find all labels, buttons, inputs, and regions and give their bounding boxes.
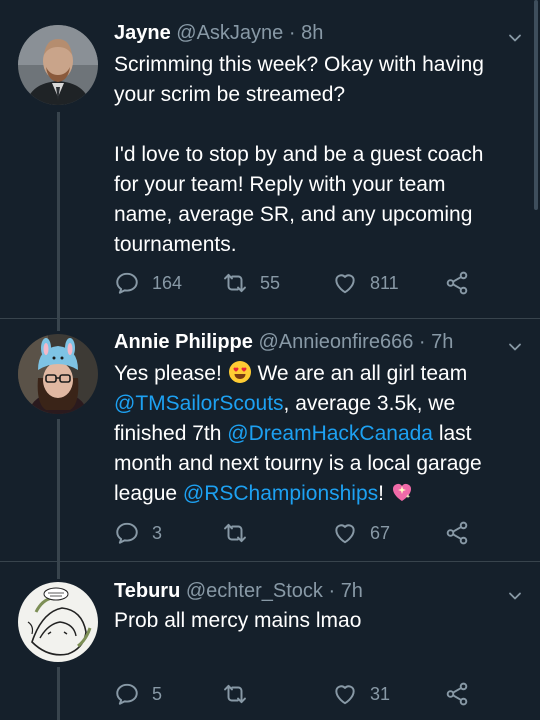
tweet-header: Annie Philippe @Annieonfire666 · 7h (114, 331, 453, 354)
retweet-count: 55 (260, 272, 281, 293)
timestamp[interactable]: 7h (431, 331, 453, 353)
tweet-text: Scrimming this week? Okay with having yo… (114, 50, 514, 260)
tweet-header: Teburu @echter_Stock · 7h (114, 580, 363, 603)
tweet-teburu[interactable]: Teburu @echter_Stock · 7h Prob all mercy… (0, 562, 540, 720)
thread-line (57, 112, 60, 318)
like-button[interactable]: 811 (332, 270, 399, 296)
user-handle[interactable]: @AskJayne (176, 22, 283, 44)
tweet-actions: 164 55 811 (114, 270, 494, 300)
avatar-jayne[interactable] (18, 25, 98, 105)
retweet-button[interactable]: 55 (222, 270, 280, 296)
chevron-down-icon[interactable] (508, 589, 522, 603)
like-icon (332, 270, 358, 296)
tweet-actions: 5 31 (114, 681, 494, 711)
text-line: Prob all mercy mains lmao (114, 609, 362, 632)
retweet-icon (222, 681, 248, 707)
separator-dot: · (288, 22, 296, 44)
tweet-jayne[interactable]: Jayne @AskJayne · 8h Scrimming this week… (0, 0, 540, 318)
reply-icon (114, 681, 140, 707)
separator-dot: · (328, 580, 336, 602)
like-count: 31 (370, 683, 391, 704)
text-line: for your team! Reply with your team (114, 173, 446, 196)
like-icon (332, 520, 358, 546)
share-button[interactable] (444, 270, 470, 296)
avatar-teburu[interactable] (18, 582, 98, 662)
avatar-annie[interactable] (18, 334, 98, 414)
retweet-icon (222, 270, 248, 296)
thread-line (57, 319, 60, 331)
separator-dot: · (418, 331, 426, 353)
tweet-annie[interactable]: Annie Philippe @Annieonfire666 · 7h Yes … (0, 319, 540, 561)
text-span: Yes please! (114, 362, 228, 385)
like-button[interactable]: 67 (332, 520, 390, 546)
tweet-header: Jayne @AskJayne · 8h (114, 22, 323, 45)
tweet-text: Prob all mercy mains lmao (114, 606, 514, 636)
mention-link[interactable]: @RSChampionships (183, 482, 378, 505)
user-handle[interactable]: @echter_Stock (186, 580, 323, 602)
chevron-down-icon[interactable] (508, 340, 522, 354)
reply-icon (114, 270, 140, 296)
like-count: 67 (370, 522, 391, 543)
text-span: last (432, 422, 472, 445)
text-span: We are an all girl team (251, 362, 468, 385)
reply-icon (114, 520, 140, 546)
like-button[interactable]: 31 (332, 681, 390, 707)
text-line (114, 110, 514, 140)
like-icon (332, 681, 358, 707)
display-name[interactable]: Annie Philippe (114, 331, 253, 353)
share-icon (444, 681, 470, 707)
display-name[interactable]: Jayne (114, 22, 171, 44)
timestamp[interactable]: 8h (301, 22, 323, 44)
retweet-icon (222, 520, 248, 546)
retweet-button[interactable] (222, 681, 260, 707)
text-line: I'd love to stop by and be a guest coach (114, 143, 484, 166)
text-line: finished 7th @DreamHackCanada last (114, 419, 514, 449)
sparkling-heart-emoji (392, 484, 411, 501)
like-count: 811 (370, 272, 399, 293)
text-line: Scrimming this week? Okay with having (114, 53, 484, 76)
share-button[interactable] (444, 681, 470, 707)
timestamp[interactable]: 7h (341, 580, 363, 602)
reply-button[interactable]: 164 (114, 270, 182, 296)
text-line: month and next tourny is a local garage (114, 452, 482, 475)
text-line: tournaments. (114, 233, 237, 256)
tweet-text: Yes please! We are an all girl team @TMS… (114, 359, 514, 509)
user-handle[interactable]: @Annieonfire666 (258, 331, 413, 353)
reply-count: 3 (152, 522, 163, 543)
text-line: league @RSChampionships! (114, 479, 514, 509)
share-button[interactable] (444, 520, 470, 546)
smiling-face-heart-eyes-emoji (228, 361, 251, 383)
share-icon (444, 520, 470, 546)
text-span: , average 3.5k, we (283, 392, 456, 415)
reply-button[interactable]: 3 (114, 520, 162, 546)
thread-line (57, 667, 60, 720)
text-span: league (114, 482, 183, 505)
share-icon (444, 270, 470, 296)
tweet-actions: 3 67 (114, 520, 494, 550)
text-line: your scrim be streamed? (114, 83, 346, 106)
reply-button[interactable]: 5 (114, 681, 162, 707)
text-line: @TMSailorScouts, average 3.5k, we (114, 389, 514, 419)
thread-line (57, 562, 60, 579)
text-span: finished 7th (114, 422, 228, 445)
text-line: Yes please! We are an all girl team (114, 359, 514, 389)
display-name[interactable]: Teburu (114, 580, 180, 602)
text-span: ! (378, 482, 390, 505)
retweet-button[interactable] (222, 520, 260, 546)
mention-link[interactable]: @TMSailorScouts (114, 392, 284, 415)
chevron-down-icon[interactable] (508, 31, 522, 45)
mention-link[interactable]: @DreamHackCanada (227, 422, 433, 445)
reply-count: 164 (152, 272, 183, 293)
thread-line (57, 419, 60, 561)
reply-count: 5 (152, 683, 163, 704)
text-line: name, average SR, and any upcoming (114, 203, 473, 226)
